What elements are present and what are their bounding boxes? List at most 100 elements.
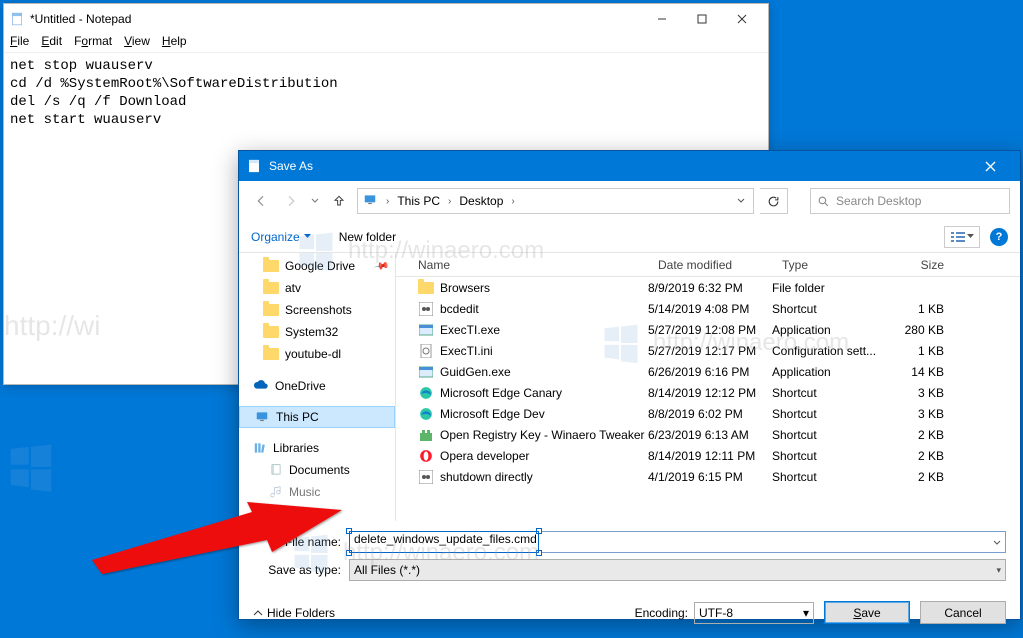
notepad-title-text: *Untitled - Notepad: [30, 12, 131, 26]
view-options-button[interactable]: [944, 226, 980, 248]
nav-tree: Google Drive📌atvScreenshotsSystem32youtu…: [239, 253, 396, 521]
close-button[interactable]: [722, 5, 762, 33]
up-button[interactable]: [327, 189, 351, 213]
file-list: Name Date modified Type Size Browsers 8/…: [396, 253, 1020, 521]
file-row[interactable]: ExecTI.ini 5/27/2019 12:17 PM Configurat…: [396, 340, 1020, 361]
folder-icon: [263, 348, 279, 360]
maximize-button[interactable]: [682, 5, 722, 33]
nav-bar: › This PC › Desktop › Search Desktop: [239, 181, 1020, 221]
menu-help[interactable]: Help: [162, 34, 187, 52]
refresh-button[interactable]: [760, 188, 788, 214]
organize-menu[interactable]: Organize: [251, 230, 311, 244]
notepad-titlebar[interactable]: *Untitled - Notepad: [4, 4, 768, 34]
menu-edit[interactable]: Edit: [41, 34, 62, 52]
tree-music[interactable]: Music: [239, 481, 395, 503]
tree-item[interactable]: Google Drive📌: [239, 255, 395, 277]
exe-icon: [418, 364, 434, 380]
this-pc-icon: [254, 410, 270, 424]
breadcrumb-chevron[interactable]: ›: [444, 196, 455, 207]
watermark: [4, 440, 58, 494]
folder-icon: [418, 282, 434, 294]
folder-icon: [263, 260, 279, 272]
notepad-icon: [10, 12, 24, 26]
file-row[interactable]: shutdown directly 4/1/2019 6:15 PM Short…: [396, 466, 1020, 487]
reg-icon: [418, 427, 434, 443]
save-as-titlebar[interactable]: Save As: [239, 151, 1020, 181]
file-row[interactable]: Microsoft Edge Dev 8/8/2019 6:02 PM Shor…: [396, 403, 1020, 424]
filename-dropdown[interactable]: [993, 536, 1001, 550]
tree-thispc[interactable]: This PC: [239, 406, 395, 428]
batch-icon: [418, 301, 434, 317]
filename-label: File name:: [253, 535, 349, 549]
hide-folders-button[interactable]: Hide Folders: [253, 606, 335, 620]
save-as-title-text: Save As: [269, 159, 313, 173]
menu-view[interactable]: View: [124, 34, 150, 52]
cancel-button[interactable]: Cancel: [920, 601, 1006, 624]
help-button[interactable]: ?: [990, 228, 1008, 246]
file-row[interactable]: bcdedit 5/14/2019 4:08 PM Shortcut 1 KB: [396, 298, 1020, 319]
file-row[interactable]: Microsoft Edge Canary 8/14/2019 12:12 PM…: [396, 382, 1020, 403]
chevron-up-icon: [253, 608, 263, 618]
chevron-down-icon: ▾: [996, 565, 1001, 576]
ini-icon: [418, 343, 434, 359]
edge-icon: [418, 406, 434, 422]
folder-icon: [263, 304, 279, 316]
chevron-down-icon: ▾: [803, 606, 809, 620]
column-headers[interactable]: Name Date modified Type Size: [396, 253, 1020, 277]
tree-item[interactable]: youtube-dl: [239, 343, 395, 365]
tree-item[interactable]: Screenshots: [239, 299, 395, 321]
breadcrumb-desktop[interactable]: Desktop: [459, 194, 503, 208]
music-icon: [269, 485, 283, 499]
saveastype-label: Save as type:: [253, 563, 349, 577]
toolbar: Organize New folder ?: [239, 221, 1020, 253]
file-row[interactable]: Open Registry Key - Winaero Tweaker 6/23…: [396, 424, 1020, 445]
pin-icon: 📌: [373, 258, 390, 274]
notepad-menubar: File Edit Format View Help: [4, 34, 768, 53]
file-row[interactable]: Browsers 8/9/2019 6:32 PM File folder: [396, 277, 1020, 298]
libraries-icon: [253, 441, 267, 455]
onedrive-icon: [253, 380, 269, 392]
dialog-bottom-bar: Hide Folders Encoding: UTF-8 ▾ Save Canc…: [239, 593, 1020, 638]
file-row[interactable]: Opera developer 8/14/2019 12:11 PM Short…: [396, 445, 1020, 466]
file-row[interactable]: ExecTI.exe 5/27/2019 12:08 PM Applicatio…: [396, 319, 1020, 340]
search-icon: [817, 195, 830, 208]
notepad-textarea[interactable]: net stop wuauserv cd /d %SystemRoot%\Sof…: [4, 53, 768, 133]
tree-onedrive[interactable]: OneDrive: [239, 375, 395, 397]
tree-libraries[interactable]: Libraries: [239, 437, 395, 459]
menu-format[interactable]: Format: [74, 34, 112, 52]
encoding-dropdown[interactable]: UTF-8 ▾: [694, 602, 814, 624]
tree-item[interactable]: atv: [239, 277, 395, 299]
folder-icon: [263, 326, 279, 338]
save-button[interactable]: Save: [824, 601, 910, 624]
search-placeholder: Search Desktop: [836, 194, 921, 208]
file-fields: File name: delete_windows_update_files.c…: [239, 521, 1020, 593]
save-as-dialog: Save As › This PC › Desktop ›: [238, 150, 1021, 620]
tree-documents[interactable]: Documents: [239, 459, 395, 481]
file-row[interactable]: GuidGen.exe 6/26/2019 6:16 PM Applicatio…: [396, 361, 1020, 382]
breadcrumb-chevron[interactable]: ›: [507, 196, 518, 207]
dialog-close-button[interactable]: [968, 151, 1012, 181]
documents-icon: [269, 463, 283, 477]
address-dropdown[interactable]: [733, 189, 749, 213]
new-folder-button[interactable]: New folder: [339, 230, 396, 244]
encoding-label: Encoding:: [635, 606, 688, 620]
exe-icon: [418, 322, 434, 338]
edge-icon: [418, 385, 434, 401]
folder-icon: [263, 282, 279, 294]
batch-icon: [418, 469, 434, 485]
opera-icon: [418, 448, 434, 464]
menu-file[interactable]: File: [10, 34, 29, 52]
this-pc-icon: [362, 193, 378, 210]
minimize-button[interactable]: [642, 5, 682, 33]
back-button[interactable]: [249, 189, 273, 213]
search-box[interactable]: Search Desktop: [810, 188, 1010, 214]
save-as-icon: [247, 159, 261, 173]
saveastype-dropdown[interactable]: All Files (*.*) ▾: [349, 559, 1006, 581]
recent-dropdown[interactable]: [309, 189, 321, 213]
address-bar[interactable]: › This PC › Desktop ›: [357, 188, 754, 214]
forward-button: [279, 189, 303, 213]
breadcrumb-chevron[interactable]: ›: [382, 196, 393, 207]
breadcrumb-thispc[interactable]: This PC: [397, 194, 440, 208]
tree-item[interactable]: System32: [239, 321, 395, 343]
filename-input[interactable]: delete_windows_update_files.cmd: [349, 531, 1006, 553]
